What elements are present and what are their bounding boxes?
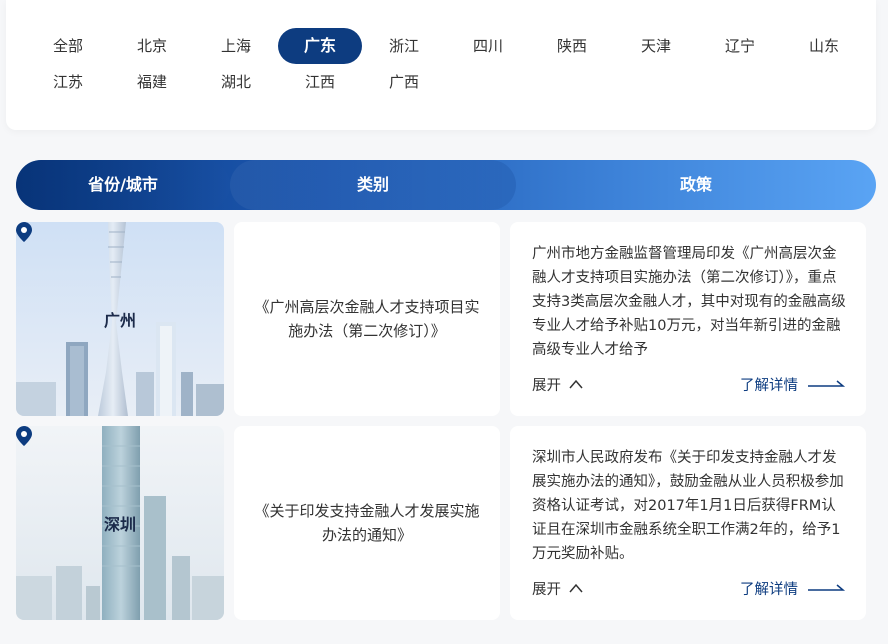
chevron-up-icon [569, 583, 583, 593]
city-label: 深圳 [16, 426, 224, 620]
region-tab-all[interactable]: 全部 [26, 28, 110, 64]
region-filter-list: 全部 北京 上海 广东 浙江 四川 陕西 天津 辽宁 山东 江苏 福建 湖北 江… [26, 28, 866, 100]
region-tab-shanghai[interactable]: 上海 [194, 28, 278, 64]
header-policy: 政策 [679, 175, 712, 194]
learn-more-label: 了解详情 [740, 581, 798, 598]
learn-more-link[interactable]: 了解详情 [740, 374, 846, 395]
region-tab-guangxi[interactable]: 广西 [362, 64, 446, 100]
location-pin-icon [16, 426, 32, 446]
region-tab-jiangsu[interactable]: 江苏 [26, 64, 110, 100]
arrow-right-icon [808, 584, 846, 591]
table-header: 政策 类别 省份/城市 [16, 160, 876, 210]
policy-summary-card: 深圳市人民政府发布《关于印发支持金融人才发展实施办法的通知》，鼓励金融从业人员积… [510, 426, 866, 620]
city-name: 广州 [103, 311, 136, 330]
city-image-guangzhou: 广州 [16, 222, 224, 416]
learn-more-label: 了解详情 [740, 377, 798, 394]
region-tab-sichuan[interactable]: 四川 [446, 28, 530, 64]
region-tab-beijing[interactable]: 北京 [110, 28, 194, 64]
expand-button[interactable]: 展开 [532, 374, 583, 395]
region-tab-jiangxi[interactable]: 江西 [278, 64, 362, 100]
region-tab-tianjin[interactable]: 天津 [614, 28, 698, 64]
arrow-right-icon [808, 380, 846, 387]
region-tab-hubei[interactable]: 湖北 [194, 64, 278, 100]
header-province-city: 省份/城市 [16, 160, 230, 210]
policy-summary: 深圳市人民政府发布《关于印发支持金融人才发展实施办法的通知》，鼓励金融从业人员积… [532, 450, 844, 562]
table-row: 广州 《广州高层次金融人才支持项目实施办法（第二次修订）》 广州市地方金融监督管… [16, 222, 866, 416]
region-tab-shandong[interactable]: 山东 [782, 28, 866, 64]
city-name: 深圳 [103, 515, 136, 534]
city-label: 广州 [16, 222, 224, 416]
policy-footer: 展开 了解详情 [532, 372, 846, 396]
region-tab-shaanxi[interactable]: 陕西 [530, 28, 614, 64]
region-tab-fujian[interactable]: 福建 [110, 64, 194, 100]
policy-summary: 广州市地方金融监督管理局印发《广州高层次金融人才支持项目实施办法（第二次修订）》… [532, 246, 846, 358]
header-category: 类别 [230, 160, 516, 210]
region-filter-card: 全部 北京 上海 广东 浙江 四川 陕西 天津 辽宁 山东 江苏 福建 湖北 江… [6, 0, 876, 130]
location-pin-icon [16, 222, 32, 242]
chevron-up-icon [569, 379, 583, 389]
region-tab-zhejiang[interactable]: 浙江 [362, 28, 446, 64]
expand-label: 展开 [532, 581, 561, 598]
policy-summary-card: 广州市地方金融监督管理局印发《广州高层次金融人才支持项目实施办法（第二次修订）》… [510, 222, 866, 416]
expand-label: 展开 [532, 377, 561, 394]
policy-title-card: 《关于印发支持金融人才发展实施办法的通知》 [234, 426, 500, 620]
table-row: 深圳 《关于印发支持金融人才发展实施办法的通知》 深圳市人民政府发布《关于印发支… [16, 426, 866, 620]
policy-title-card: 《广州高层次金融人才支持项目实施办法（第二次修订）》 [234, 222, 500, 416]
region-tab-guangdong[interactable]: 广东 [278, 28, 362, 64]
expand-button[interactable]: 展开 [532, 578, 583, 599]
learn-more-link[interactable]: 了解详情 [740, 578, 846, 599]
policy-title: 《广州高层次金融人才支持项目实施办法（第二次修订）》 [254, 298, 480, 340]
city-image-shenzhen: 深圳 [16, 426, 224, 620]
policy-footer: 展开 了解详情 [532, 576, 846, 600]
region-tab-liaoning[interactable]: 辽宁 [698, 28, 782, 64]
policy-title: 《关于印发支持金融人才发展实施办法的通知》 [254, 502, 480, 544]
